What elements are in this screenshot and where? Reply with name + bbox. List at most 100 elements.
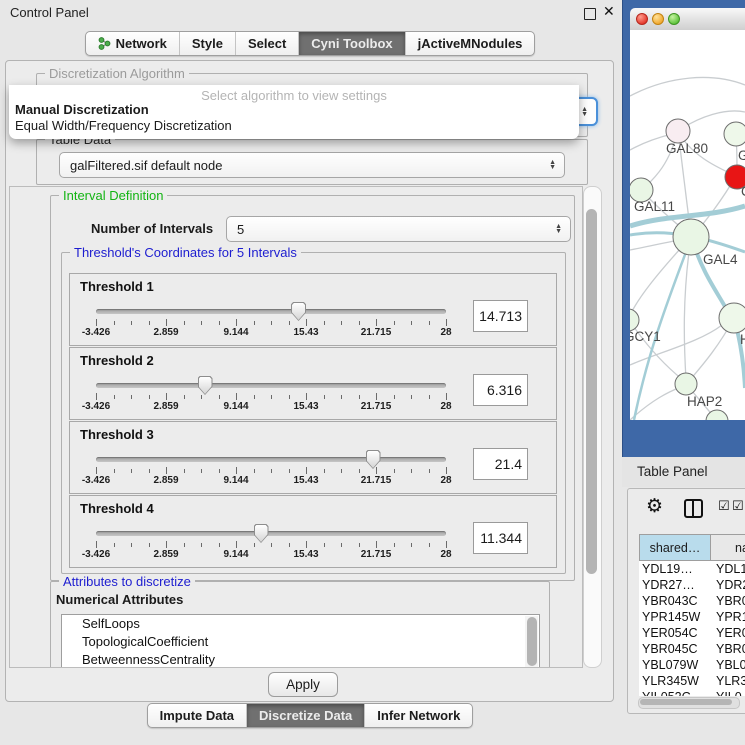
slider-tick-labels: -3.4262.8599.14415.4321.71528 — [96, 327, 446, 339]
network-node[interactable] — [673, 219, 709, 255]
list-scrollbar[interactable] — [525, 616, 538, 668]
bottom-tabbar: Impute Data Discretize Data Infer Networ… — [0, 703, 620, 728]
table-row[interactable]: YER054CYER0 — [639, 625, 745, 641]
attribute-list-item[interactable]: TopologicalCoefficient — [62, 633, 539, 651]
numerical-attributes-list[interactable]: SelfLoopsTopologicalCoefficientBetweenne… — [61, 614, 540, 668]
column-header-shared[interactable]: shared… — [639, 534, 711, 561]
tab-impute-data[interactable]: Impute Data — [148, 704, 247, 727]
settings-scrollbar-thumb[interactable] — [586, 209, 597, 574]
cyni-content-panel: Discretization Algorithm ▲▼ Select algor… — [5, 60, 614, 702]
combo-arrows-icon: ▲▼ — [555, 224, 562, 234]
network-node-label: GCY1 — [630, 329, 661, 344]
network-edge[interactable] — [630, 240, 680, 250]
slider-ticks — [96, 319, 446, 327]
screen: Control Panel ✕ Network Style Select Cyn… — [0, 0, 745, 745]
slider-track[interactable] — [96, 457, 446, 462]
tab-style[interactable]: Style — [180, 32, 236, 55]
checkbox-icon[interactable]: ☑ — [718, 499, 730, 513]
threshold-slider[interactable]: -3.4262.8599.14415.4321.71528 — [96, 453, 446, 487]
table-row[interactable]: YLR345WYLR3 — [639, 673, 745, 689]
table-data-selected: galFiltered.sif default node — [70, 158, 222, 173]
threshold-panel: Threshold 4-3.4262.8599.14415.4321.71528… — [69, 495, 557, 568]
threshold-value-field[interactable]: 6.316 — [473, 374, 528, 406]
network-node-label: H — [740, 332, 745, 347]
table-panel: ⚙ ☑ ☑ shared… na YDL19…YDL1YDR27…YDR2YBR… — [627, 488, 745, 714]
tab-jactivemnodules[interactable]: jActiveMNodules — [406, 32, 535, 55]
number-of-intervals-value: 5 — [237, 222, 244, 237]
network-edge[interactable] — [684, 237, 691, 380]
close-traffic-light-icon[interactable] — [636, 13, 648, 25]
settings-scroll-viewport: Interval Definition Number of Intervals … — [9, 186, 583, 668]
tab-select[interactable]: Select — [236, 32, 299, 55]
table-row[interactable]: YBL079WYBL0 — [639, 657, 745, 673]
table-row[interactable]: YDR27…YDR2 — [639, 577, 745, 593]
tab-discretize-data[interactable]: Discretize Data — [247, 704, 365, 727]
combo-arrows-icon: ▲▼ — [549, 160, 556, 170]
threshold-panel: Threshold 2-3.4262.8599.14415.4321.71528… — [69, 347, 557, 420]
tab-network[interactable]: Network — [86, 32, 180, 55]
dropdown-item-manual-discretization[interactable]: Manual Discretization — [15, 102, 149, 117]
network-node[interactable] — [675, 373, 697, 395]
control-panel-titlebar: Control Panel ✕ — [0, 0, 620, 24]
table-row[interactable]: YIL052CYIL0 — [639, 689, 745, 696]
network-icon — [98, 36, 111, 51]
table-data-combobox[interactable]: galFiltered.sif default node ▲▼ — [59, 152, 565, 178]
slider-track[interactable] — [96, 531, 446, 536]
slider-tick-labels: -3.4262.8599.14415.4321.71528 — [96, 475, 446, 487]
apply-button[interactable]: Apply — [268, 672, 338, 697]
network-canvas[interactable]: GAL80GACGAL11GAL4GCY1HHAP2 — [630, 30, 745, 420]
table-hscrollbar[interactable] — [638, 697, 740, 709]
network-node-label: GA — [738, 148, 745, 163]
number-of-intervals-combobox[interactable]: 5 ▲▼ — [226, 216, 571, 242]
checkbox-icon[interactable]: ☑ — [732, 499, 744, 513]
table-row[interactable]: YBR045CYBR0 — [639, 641, 745, 657]
control-panel-title: Control Panel — [10, 5, 89, 20]
attributes-group: Attributes to discretize Numerical Attri… — [50, 581, 550, 668]
table-hscrollbar-thumb[interactable] — [640, 699, 732, 705]
combo-arrows-icon: ▲▼ — [581, 107, 588, 117]
network-node-label: HAP2 — [687, 394, 722, 409]
dropdown-item-equal-width-frequency[interactable]: Equal Width/Frequency Discretization — [15, 118, 232, 133]
bottom-tabgroup: Impute Data Discretize Data Infer Networ… — [147, 703, 474, 728]
table-row[interactable]: YBR043CYBR0 — [639, 593, 745, 609]
table-body[interactable]: YDL19…YDL1YDR27…YDR2YBR043CYBR0YPR145WYP… — [639, 561, 745, 696]
minimize-traffic-light-icon[interactable] — [652, 13, 664, 25]
network-node[interactable] — [724, 122, 745, 146]
algorithm-dropdown-popup: Select algorithm to view settings Manual… — [9, 85, 579, 139]
slider-track[interactable] — [96, 383, 446, 388]
table-row[interactable]: YDL19…YDL1 — [639, 561, 745, 577]
gear-icon[interactable]: ⚙ — [646, 497, 663, 517]
network-edge[interactable] — [630, 77, 745, 96]
threshold-value-field[interactable]: 11.344 — [473, 522, 528, 554]
slider-track[interactable] — [96, 309, 446, 314]
threshold-value-field[interactable]: 14.713 — [473, 300, 528, 332]
network-node[interactable] — [719, 303, 745, 333]
threshold-slider[interactable]: -3.4262.8599.14415.4321.71528 — [96, 305, 446, 339]
network-node[interactable] — [666, 119, 690, 143]
settings-scrollbar[interactable] — [583, 186, 602, 668]
network-node[interactable] — [630, 309, 639, 331]
table-row[interactable]: YPR145WYPR1 — [639, 609, 745, 625]
attribute-list-item[interactable]: SelfLoops — [62, 615, 539, 633]
network-window-titlebar[interactable] — [630, 8, 745, 31]
tab-infer-network[interactable]: Infer Network — [365, 704, 472, 727]
tab-cyni-toolbox[interactable]: Cyni Toolbox — [299, 32, 405, 55]
zoom-traffic-light-icon[interactable] — [668, 13, 680, 25]
thresholds-group-title: Threshold's Coordinates for 5 Intervals — [70, 245, 301, 260]
threshold-slider[interactable]: -3.4262.8599.14415.4321.71528 — [96, 379, 446, 413]
column-header-name[interactable]: na — [711, 534, 745, 561]
slider-ticks — [96, 467, 446, 475]
float-window-icon[interactable] — [584, 8, 596, 20]
list-scrollbar-thumb[interactable] — [527, 617, 537, 666]
table-header: shared… na — [639, 534, 745, 561]
threshold-value-field[interactable]: 21.4 — [473, 448, 528, 480]
tab-network-label: Network — [116, 36, 167, 51]
attribute-list-item[interactable]: BetweennessCentrality — [62, 651, 539, 668]
top-tabgroup: Network Style Select Cyni Toolbox jActiv… — [85, 31, 536, 56]
close-icon[interactable]: ✕ — [603, 3, 615, 20]
threshold-title: Threshold 3 — [80, 427, 154, 442]
interval-definition-title: Interval Definition — [59, 188, 167, 203]
numerical-attributes-label: Numerical Attributes — [56, 592, 183, 607]
split-column-icon[interactable] — [684, 499, 703, 518]
threshold-slider[interactable]: -3.4262.8599.14415.4321.71528 — [96, 527, 446, 561]
